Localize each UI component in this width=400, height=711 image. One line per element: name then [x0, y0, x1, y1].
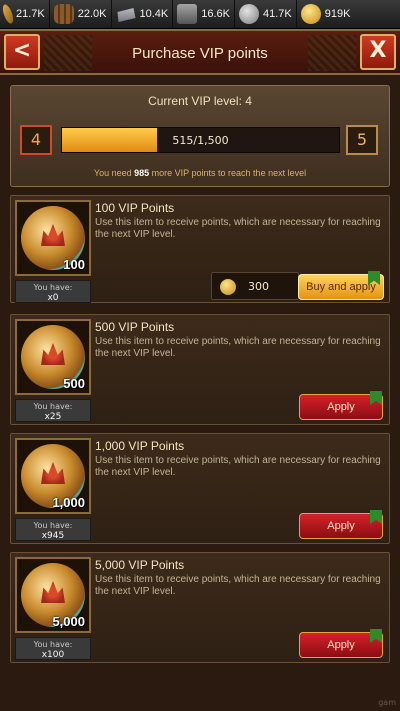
next-level-badge: 5 — [346, 125, 378, 155]
resource-value: 919K — [324, 8, 351, 20]
resource-value: 41.7K — [263, 8, 292, 20]
note-prefix: You need — [93, 168, 132, 178]
you-have-count: x0 — [47, 293, 59, 303]
vip-level-title: Current VIP level: 4 — [148, 94, 252, 108]
watermark-text: gam — [378, 698, 396, 707]
vip-item-card: 5,000 You have: x100 5,000 VIP Points Us… — [10, 552, 390, 663]
item-description: Use this item to receive points, which a… — [95, 336, 381, 359]
wheat-icon — [0, 3, 16, 25]
item-amount-label: 1,000 — [52, 495, 85, 510]
wood-icon — [53, 4, 74, 24]
item-image-frame: 5,000 — [15, 557, 91, 633]
resource-value: 16.6K — [201, 8, 230, 20]
item-amount-label: 5,000 — [52, 614, 85, 629]
you-have-label: You have: — [33, 402, 73, 411]
item-description: Use this item to receive points, which a… — [95, 455, 381, 478]
item-title: 100 VIP Points — [95, 201, 175, 215]
vip-item-card: 500 You have: x25 500 VIP Points Use thi… — [10, 314, 390, 425]
you-have-label: You have: — [33, 640, 73, 649]
you-have-label: You have: — [33, 521, 73, 530]
resource-stone[interactable]: 16.6K — [173, 0, 235, 29]
silver-icon — [239, 4, 259, 24]
current-level-badge: 4 — [20, 125, 52, 155]
close-button[interactable]: X — [360, 34, 396, 70]
item-description: Use this item to receive points, which a… — [95, 574, 381, 597]
inventory-count: You have: x0 — [15, 280, 91, 303]
vip-level-panel: Current VIP level: 4 4 515/1,500 5 You n… — [10, 85, 390, 187]
resource-bar: 21.7K 22.0K 10.4K 16.6K 41.7K 919K — [0, 0, 400, 29]
item-image-frame: 500 — [15, 319, 91, 395]
item-title: 5,000 VIP Points — [95, 558, 185, 572]
resource-wood[interactable]: 22.0K — [50, 0, 112, 29]
you-have-count: x100 — [41, 650, 65, 660]
vip-progress-bar: 515/1,500 — [61, 127, 340, 153]
item-image-frame: 100 — [15, 200, 91, 276]
vip-item-card: 1,000 You have: x945 1,000 VIP Points Us… — [10, 433, 390, 544]
resource-value: 10.4K — [139, 8, 169, 20]
gold-icon — [300, 4, 321, 24]
item-amount-label: 100 — [63, 257, 85, 272]
you-have-label: You have: — [33, 283, 73, 292]
resource-silver[interactable]: 41.7K — [235, 0, 297, 29]
inventory-count: You have: x25 — [15, 399, 91, 422]
gold-coin-icon — [220, 279, 236, 295]
vip-progress-text: 515/1,500 — [172, 134, 229, 147]
you-have-count: x945 — [41, 531, 65, 541]
resource-value: 22.0K — [77, 8, 107, 20]
resource-wheat[interactable]: 21.7K — [0, 0, 50, 29]
note-amount: 985 — [134, 168, 150, 178]
you-have-count: x25 — [44, 412, 62, 422]
back-button[interactable]: < — [4, 34, 40, 70]
price-box: 300 — [211, 272, 299, 300]
item-title: 500 VIP Points — [95, 320, 175, 334]
resource-iron[interactable]: 10.4K — [112, 0, 174, 29]
stone-icon — [177, 4, 198, 24]
vip-item-card: 100 You have: x0 100 VIP Points Use this… — [10, 195, 390, 303]
vip-level-note: You need 985 more VIP points to reach th… — [11, 168, 389, 178]
item-description: Use this item to receive points, which a… — [95, 217, 381, 240]
item-image-frame: 1,000 — [15, 438, 91, 514]
page-title: Purchase VIP points — [132, 45, 268, 62]
price-value: 300 — [248, 280, 269, 293]
iron-icon — [117, 8, 136, 22]
item-amount-label: 500 — [63, 376, 85, 391]
header-bar: < Purchase VIP points X — [0, 29, 400, 75]
inventory-count: You have: x945 — [15, 518, 91, 541]
note-suffix: more VIP points to reach the next level — [151, 168, 307, 178]
resource-value: 21.7K — [16, 8, 45, 20]
item-title: 1,000 VIP Points — [95, 439, 185, 453]
inventory-count: You have: x100 — [15, 637, 91, 660]
resource-gold[interactable]: 919K — [297, 0, 355, 29]
